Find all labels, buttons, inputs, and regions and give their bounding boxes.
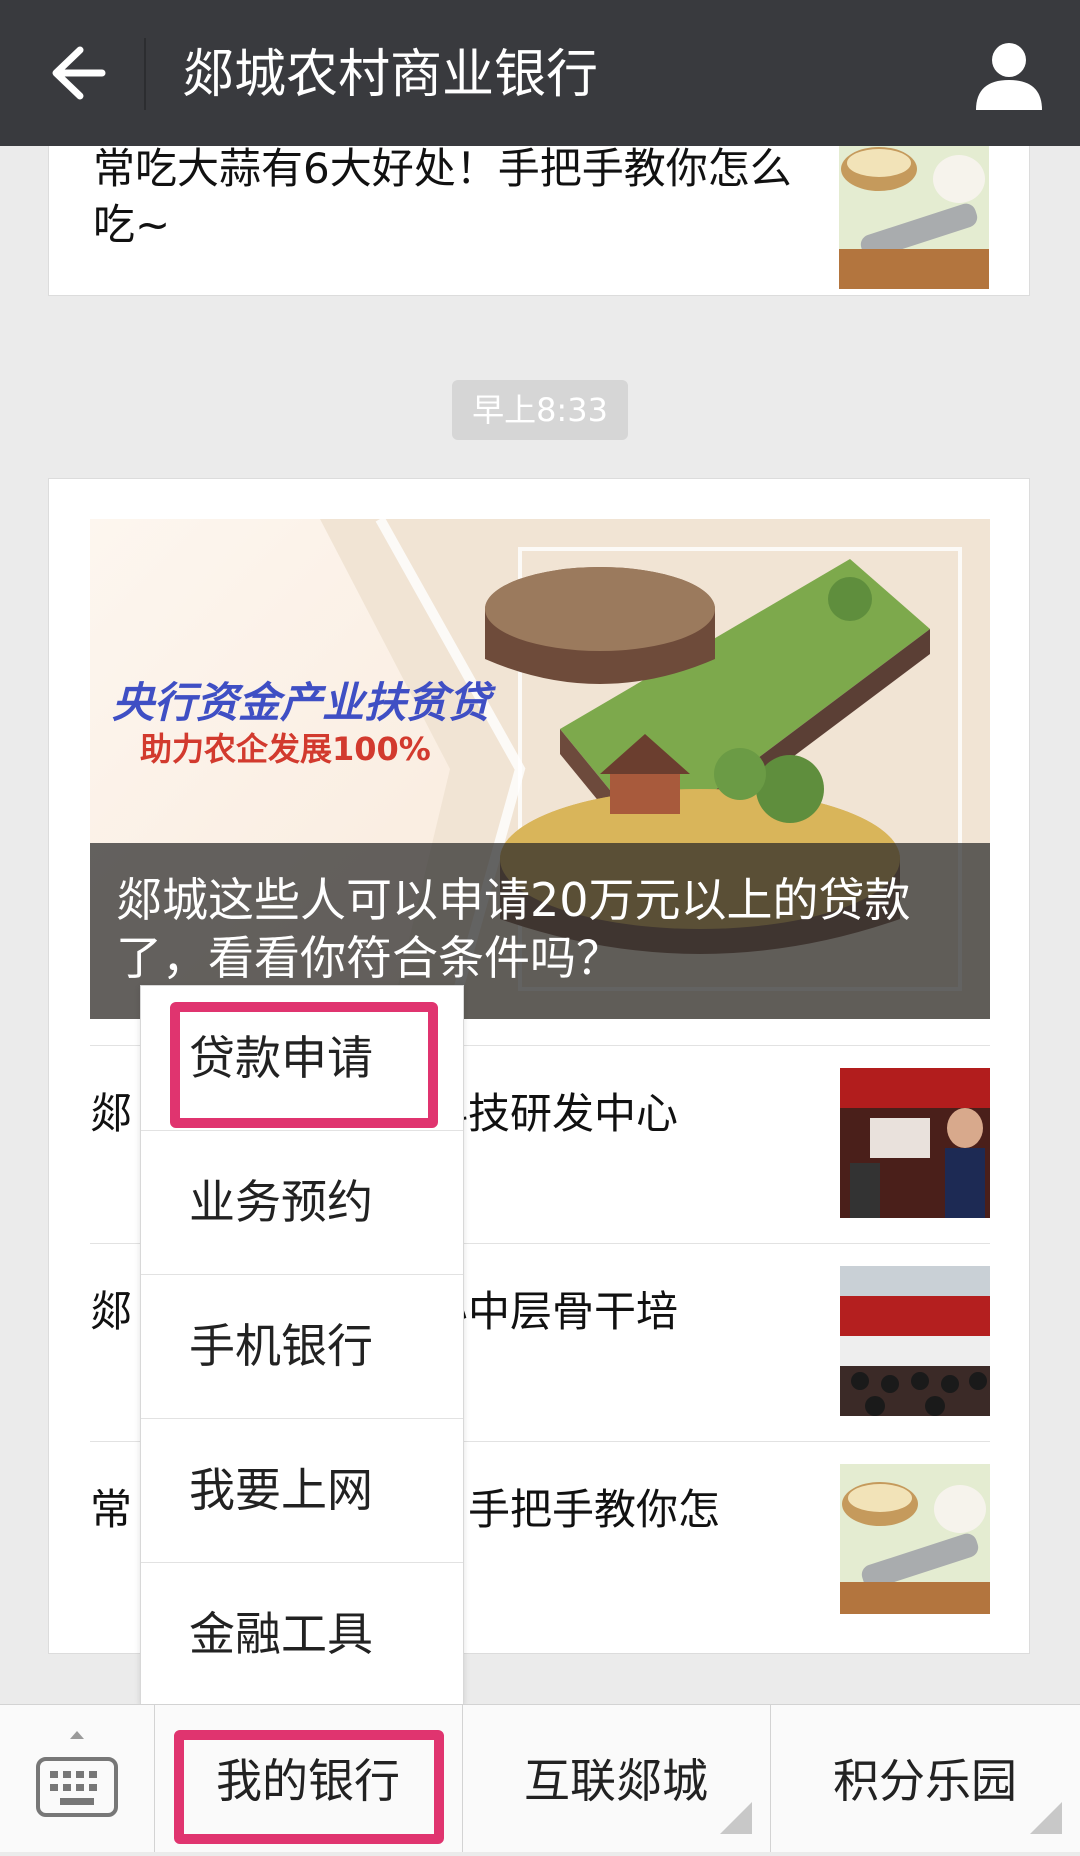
keyboard-icon — [36, 1731, 118, 1817]
article-card-previous[interactable]: 常吃大蒜有6大好处！手把手教你怎么吃~ — [48, 120, 1030, 296]
message-timestamp: 早上8:33 — [452, 380, 628, 440]
tab-points-park[interactable]: 积分乐园 — [770, 1705, 1080, 1852]
menu-item-label: 金融工具 — [189, 1607, 373, 1661]
user-icon[interactable] — [972, 40, 1046, 110]
menu-item-label: 业务预约 — [189, 1175, 373, 1229]
page-title: 郯城农村商业银行 — [182, 45, 599, 105]
ceremony-thumbnail — [840, 1068, 990, 1218]
cover-subheadline: 助力农企发展100% — [140, 730, 431, 768]
menu-item-mobile-banking[interactable]: 手机银行 — [141, 1274, 463, 1419]
menu-item-label: 手机银行 — [189, 1319, 373, 1373]
tab-internet-tancheng[interactable]: 互联郯城 — [462, 1705, 771, 1852]
menu-item-label: 我要上网 — [189, 1463, 373, 1517]
submenu-corner-icon — [1030, 1802, 1062, 1834]
meeting-thumbnail — [840, 1266, 990, 1416]
highlight-my-bank — [174, 1730, 444, 1844]
menu-item-online[interactable]: 我要上网 — [141, 1418, 463, 1563]
bottom-menu-bar: 我的银行 互联郯城 积分乐园 — [0, 1704, 1080, 1852]
header-divider — [144, 38, 146, 110]
article-title: 常吃大蒜有6大好处！手把手教你怎么吃~ — [93, 144, 792, 249]
menu-item-business-booking[interactable]: 业务预约 — [141, 1130, 463, 1275]
main-article-title: 郯城这些人可以申请20万元以上的贷款了，看看你符合条件吗？ — [116, 873, 911, 985]
menu-item-finance-tools[interactable]: 金融工具 — [141, 1562, 463, 1706]
cover-image[interactable]: 央行资金产业扶贫贷 助力农企发展100% 郯城这些人可以申请20万元以上的贷款了… — [90, 519, 990, 1019]
highlight-loan-apply — [170, 1002, 438, 1128]
cover-headline: 央行资金产业扶贫贷 — [112, 678, 491, 727]
garlic-thumbnail — [840, 1464, 990, 1614]
nav-header: 郯城农村商业银行 — [0, 0, 1080, 146]
keyboard-toggle[interactable] — [0, 1705, 155, 1852]
arrow-left-icon[interactable] — [40, 38, 110, 108]
garlic-thumbnail — [839, 139, 989, 289]
submenu-corner-icon — [720, 1802, 752, 1834]
